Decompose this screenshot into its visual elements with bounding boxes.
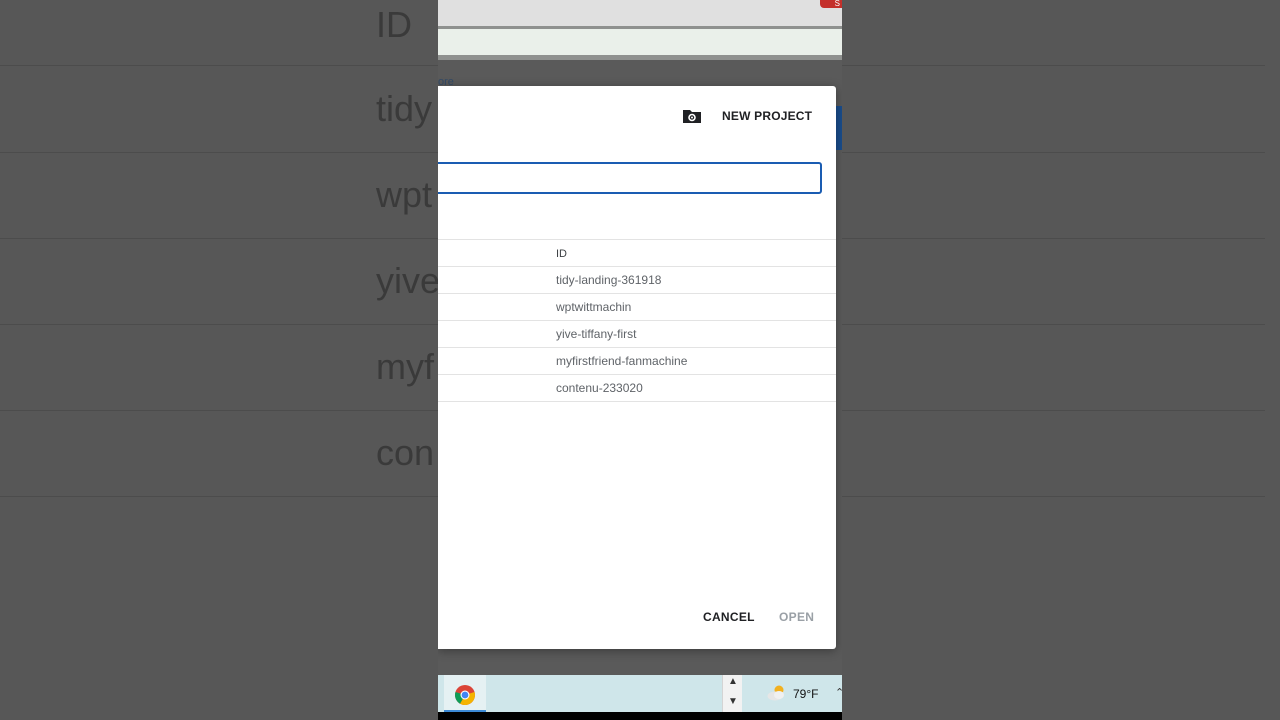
temperature-label[interactable]: 79°F	[793, 687, 818, 701]
project-id: yive-tiffany-first	[556, 327, 637, 341]
project-id: myfirstfriend-fanmachine	[556, 354, 688, 368]
project-id: wptwittmachin	[556, 300, 632, 314]
new-project-button[interactable]: NEW PROJECT	[682, 106, 812, 126]
chrome-icon	[454, 684, 476, 706]
select-project-dialog: NEW PROJECT ID tidy-landing-361918 wptwi…	[438, 86, 836, 649]
address-bar[interactable]	[438, 29, 842, 55]
chevron-up-icon[interactable]: ▲	[728, 676, 738, 687]
project-id: contenu-233020	[556, 381, 643, 395]
caret-up-icon[interactable]: ⌃	[835, 686, 842, 699]
table-row[interactable]: wptwittmachin	[438, 294, 836, 321]
record-badge: S	[820, 0, 842, 8]
project-search-input[interactable]	[438, 162, 822, 194]
tray-scroll[interactable]: ▲ ▼	[722, 675, 742, 712]
browser-toolbar	[438, 26, 842, 60]
table-row[interactable]: yive-tiffany-first	[438, 321, 836, 348]
table-row[interactable]: tidy-landing-361918	[438, 267, 836, 294]
open-button[interactable]: OPEN	[779, 610, 814, 624]
browser-tab-strip: S	[438, 0, 842, 26]
chevron-down-icon[interactable]: ▼	[728, 696, 738, 707]
project-id: tidy-landing-361918	[556, 273, 662, 287]
folder-settings-icon	[682, 108, 702, 124]
column-header-id: ID	[556, 248, 567, 260]
bg-text: ID	[376, 4, 412, 45]
bottom-edge	[438, 712, 842, 720]
bg-text: tidy	[376, 88, 433, 129]
video-frame: S ore NEW PROJECT ID tidy-landing-361918…	[438, 0, 842, 720]
table-row[interactable]: myfirstfriend-fanmachine	[438, 348, 836, 375]
cancel-button[interactable]: CANCEL	[703, 610, 755, 624]
new-project-label: NEW PROJECT	[722, 109, 813, 123]
projects-table: ID tidy-landing-361918 wptwittmachin yiv…	[438, 239, 836, 402]
weather-icon[interactable]	[766, 684, 788, 702]
taskbar: ▲ ▼ 79°F ⌃	[438, 675, 842, 712]
bg-text: myf	[376, 346, 434, 387]
bg-text: wpt	[376, 174, 433, 215]
table-row[interactable]: contenu-233020	[438, 375, 836, 402]
taskbar-chrome-button[interactable]	[444, 675, 486, 712]
bg-text: con	[376, 432, 435, 473]
table-header: ID	[438, 239, 836, 267]
bg-text: yive	[376, 260, 441, 301]
